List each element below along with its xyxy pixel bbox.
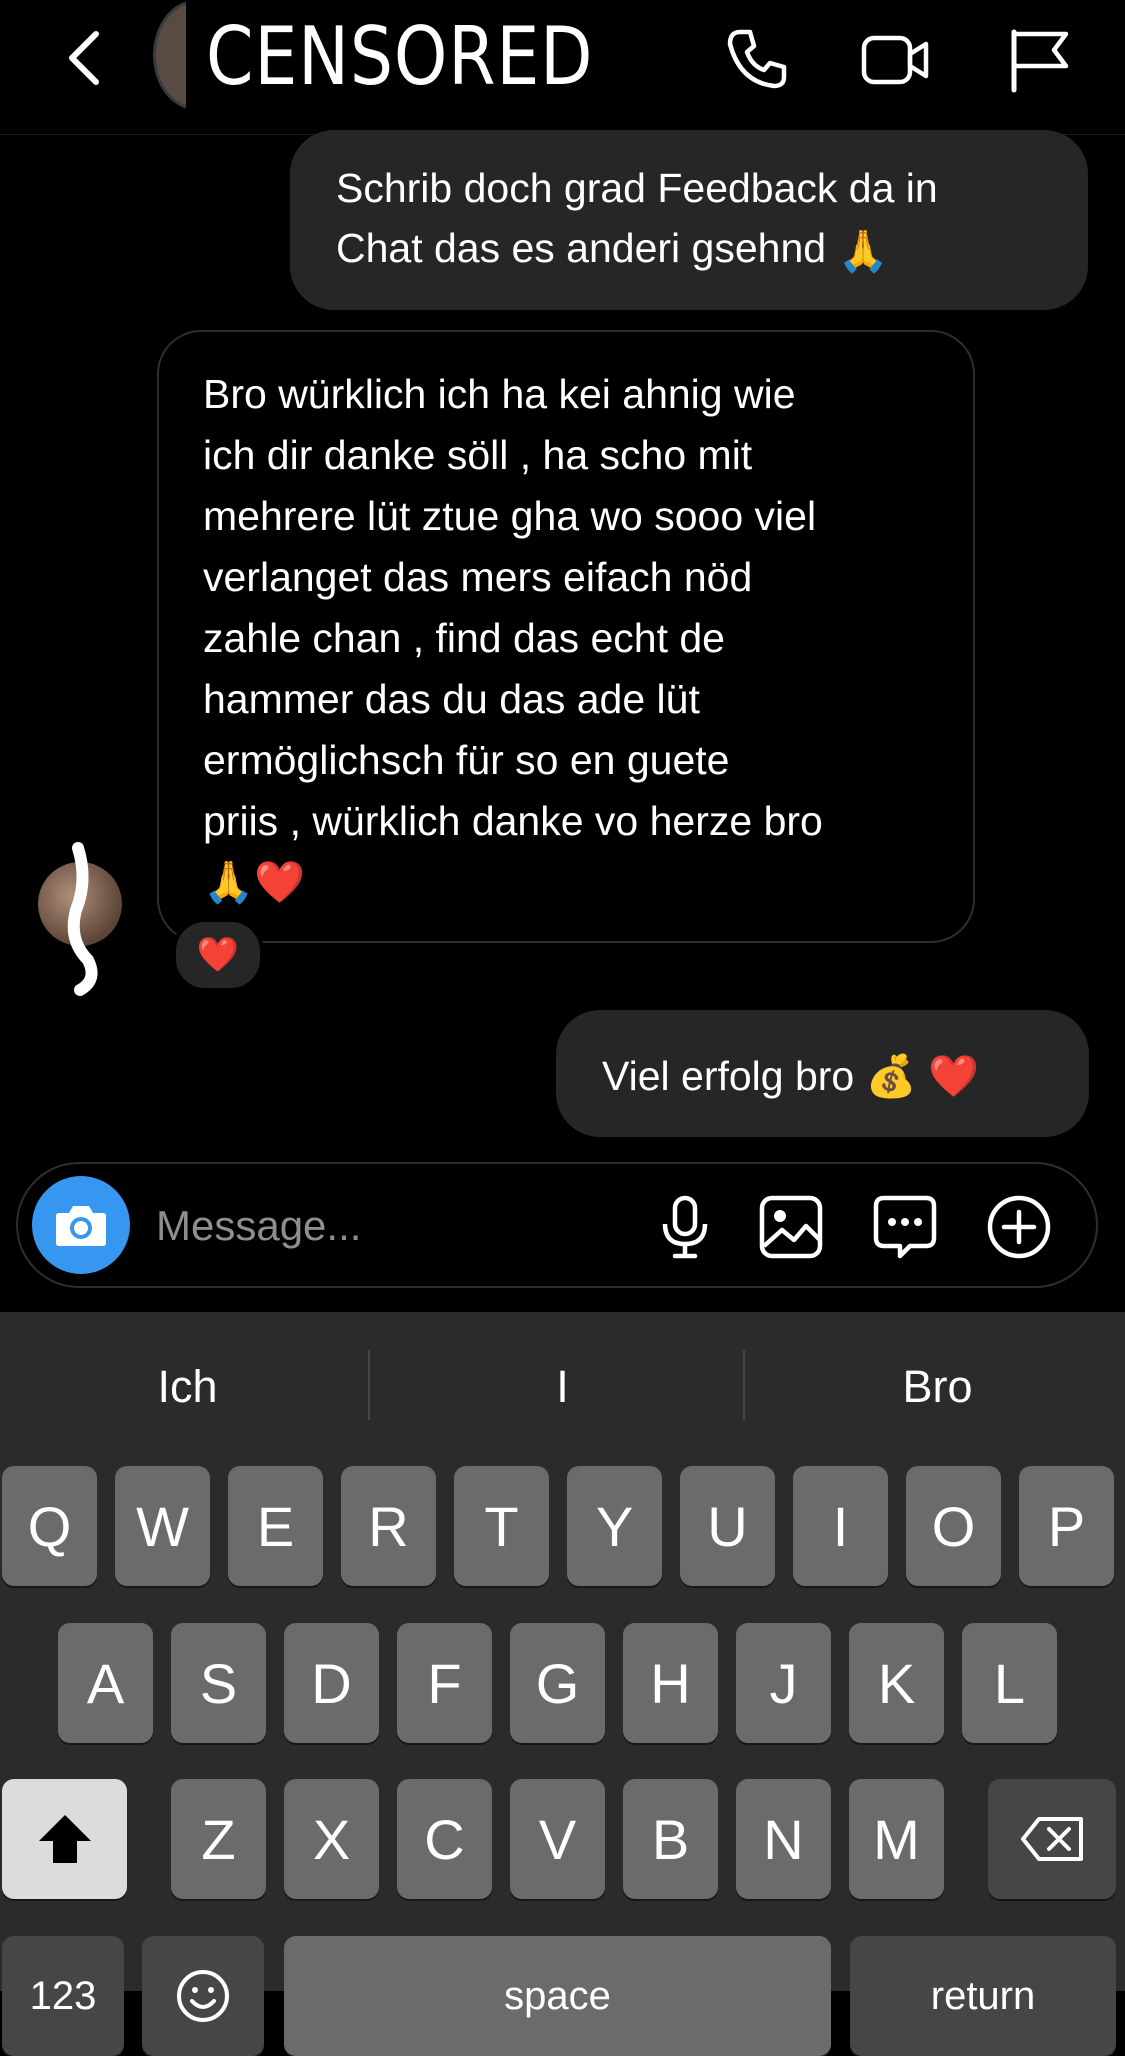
key-p[interactable]: P xyxy=(1019,1466,1114,1586)
camera-icon[interactable] xyxy=(32,1176,130,1274)
phone-icon[interactable] xyxy=(720,24,792,96)
sent-message-bubble[interactable]: Viel erfolg bro 💰 ❤️ xyxy=(556,1010,1089,1137)
key-g[interactable]: G xyxy=(510,1623,605,1743)
key-v[interactable]: V xyxy=(510,1779,605,1899)
message-input[interactable] xyxy=(154,1192,638,1260)
message-line: hammer das du das ade lüt xyxy=(203,676,700,722)
key-t[interactable]: T xyxy=(454,1466,549,1586)
gallery-icon[interactable] xyxy=(756,1192,826,1262)
key-o[interactable]: O xyxy=(906,1466,1001,1586)
key-r[interactable]: R xyxy=(341,1466,436,1586)
key-d[interactable]: D xyxy=(284,1623,379,1743)
message-emojis: 💰 ❤️ xyxy=(865,1053,980,1099)
key-i[interactable]: I xyxy=(793,1466,888,1586)
keyboard: Ich I Bro Q W E R T Y U I O P A S D F G … xyxy=(0,1312,1125,2056)
message-line: priis , würklich danke vo herze bro xyxy=(203,798,823,844)
backspace-icon xyxy=(1021,1817,1083,1861)
heart-reaction-emoji: ❤️ xyxy=(196,936,240,974)
key-k[interactable]: K xyxy=(849,1623,944,1743)
key-f[interactable]: F xyxy=(397,1623,492,1743)
delete-key[interactable] xyxy=(988,1779,1116,1899)
key-b[interactable]: B xyxy=(623,1779,718,1899)
sticker-icon[interactable] xyxy=(870,1192,940,1262)
key-n[interactable]: N xyxy=(736,1779,831,1899)
emoji-key[interactable] xyxy=(142,1936,264,2056)
message-line: zahle chan , find das echt de xyxy=(203,615,725,661)
suggestion-divider xyxy=(368,1350,370,1420)
key-l[interactable]: L xyxy=(962,1623,1057,1743)
flag-icon[interactable] xyxy=(1004,24,1076,96)
message-composer xyxy=(16,1162,1098,1288)
key-u[interactable]: U xyxy=(680,1466,775,1586)
video-call-icon[interactable] xyxy=(860,24,932,96)
shift-key[interactable] xyxy=(2,1779,127,1899)
shift-icon xyxy=(38,1815,91,1863)
sent-message-bubble[interactable]: Schrib doch grad Feedback da in Chat das… xyxy=(290,130,1088,310)
censored-contact-name: CENSORED xyxy=(186,0,593,118)
space-key[interactable]: space xyxy=(284,1936,831,2056)
numbers-key[interactable]: 123 xyxy=(2,1936,124,2056)
censor-scribble xyxy=(67,842,98,996)
suggestion-i[interactable]: I xyxy=(375,1312,750,1462)
key-y[interactable]: Y xyxy=(567,1466,662,1586)
key-e[interactable]: E xyxy=(228,1466,323,1586)
message-emojis: 🙏❤️ xyxy=(203,859,306,905)
key-z[interactable]: Z xyxy=(171,1779,266,1899)
key-s[interactable]: S xyxy=(171,1623,266,1743)
message-line: Schrib doch grad Feedback da in xyxy=(336,165,938,211)
pray-emoji: 🙏 xyxy=(837,228,889,275)
suggestion-bro[interactable]: Bro xyxy=(750,1312,1125,1462)
microphone-icon[interactable] xyxy=(650,1192,720,1262)
suggestion-divider xyxy=(743,1350,745,1420)
key-h[interactable]: H xyxy=(623,1623,718,1743)
back-icon[interactable] xyxy=(60,28,110,88)
key-w[interactable]: W xyxy=(115,1466,210,1586)
key-c[interactable]: C xyxy=(397,1779,492,1899)
return-key[interactable]: return xyxy=(850,1936,1116,2056)
key-j[interactable]: J xyxy=(736,1623,831,1743)
message-line: ermöglichsch für so en guete xyxy=(203,737,730,783)
censored-label: CENSORED xyxy=(206,10,594,103)
received-message-bubble[interactable]: Bro würklich ich ha kei ahnig wie ich di… xyxy=(157,330,975,943)
key-m[interactable]: M xyxy=(849,1779,944,1899)
plus-icon[interactable] xyxy=(984,1192,1054,1262)
message-line: Bro würklich ich ha kei ahnig wie xyxy=(203,371,796,417)
suggestion-ich[interactable]: Ich xyxy=(0,1312,375,1462)
chat-header: CENSORED xyxy=(0,0,1125,135)
key-q[interactable]: Q xyxy=(2,1466,97,1586)
message-line: ich dir danke söll , ha scho mit xyxy=(203,432,753,478)
emoji-icon xyxy=(177,1970,229,2022)
key-x[interactable]: X xyxy=(284,1779,379,1899)
heart-reaction[interactable]: ❤️ xyxy=(172,918,264,992)
key-a[interactable]: A xyxy=(58,1623,153,1743)
message-line: Chat das es anderi gsehnd 🙏 xyxy=(336,218,1044,281)
message-line: mehrere lüt ztue gha wo sooo viel xyxy=(203,493,817,539)
message-text: Viel erfolg bro xyxy=(602,1053,855,1099)
message-line: verlanget das mers eifach nöd xyxy=(203,554,753,600)
